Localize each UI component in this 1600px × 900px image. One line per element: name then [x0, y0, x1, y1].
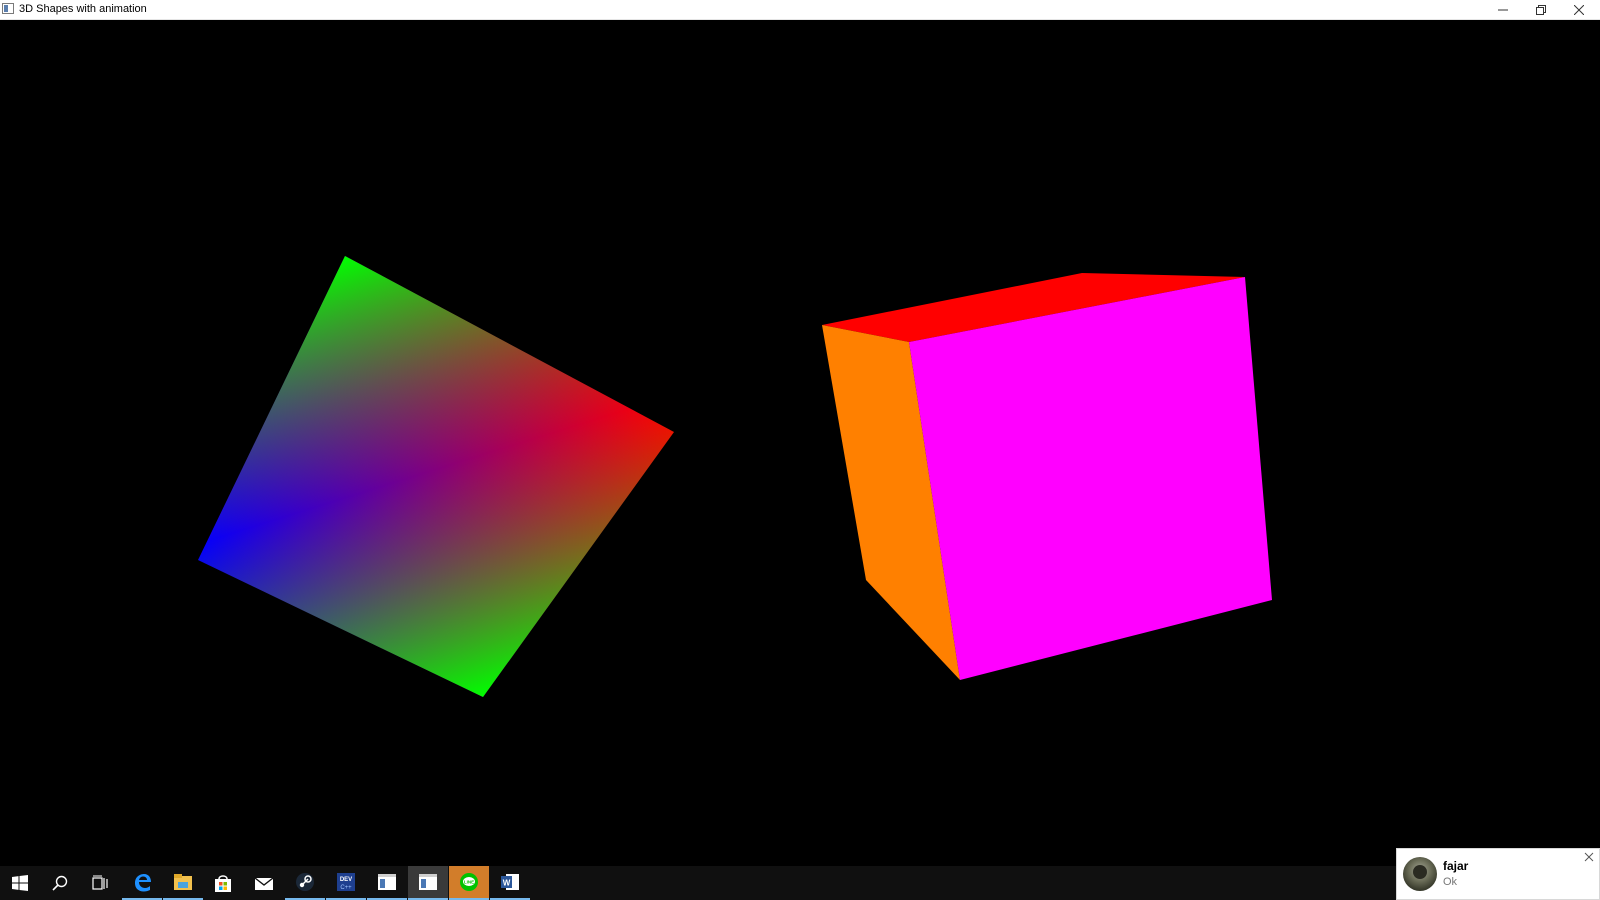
- windows-start-icon: [12, 875, 28, 891]
- mail-icon: [254, 877, 274, 890]
- restore-button[interactable]: [1522, 0, 1560, 19]
- scene-canvas: [198, 256, 1272, 697]
- render-viewport: [0, 20, 1600, 866]
- taskbar-app-window-active[interactable]: [408, 866, 448, 900]
- task-view-icon: [92, 875, 108, 890]
- window-titlebar: 3D Shapes with animation: [0, 0, 1600, 20]
- taskbar-mail[interactable]: [244, 866, 284, 900]
- store-icon: [215, 875, 231, 892]
- notification-close-icon[interactable]: [1583, 851, 1595, 863]
- svg-text:LINE: LINE: [464, 880, 474, 885]
- cube-front-face: [909, 277, 1272, 680]
- search-icon: [52, 875, 68, 891]
- line-icon: LINE: [460, 873, 478, 891]
- taskbar-steam[interactable]: [285, 866, 325, 900]
- taskbar-dev-cpp[interactable]: DEV C++: [326, 866, 366, 900]
- taskbar-edge[interactable]: [122, 866, 162, 900]
- app-window-active-icon: [419, 874, 437, 890]
- app-window-icon: [378, 874, 396, 890]
- task-view-button[interactable]: [80, 866, 120, 900]
- avatar: [1403, 857, 1437, 891]
- taskbar-file-explorer[interactable]: [163, 866, 203, 900]
- taskbar-app-window[interactable]: [367, 866, 407, 900]
- dev-cpp-icon: DEV C++: [337, 873, 355, 891]
- svg-text:DEV: DEV: [340, 877, 352, 883]
- steam-icon: [296, 873, 314, 891]
- svg-text:C++: C++: [340, 885, 352, 891]
- app-icon: [2, 3, 14, 14]
- start-button[interactable]: [0, 866, 40, 900]
- minimize-button[interactable]: [1484, 0, 1522, 19]
- edge-icon: [135, 874, 151, 892]
- minimize-icon: [1498, 9, 1508, 10]
- notification-sender: fajar: [1443, 859, 1469, 873]
- word-icon: W: [501, 874, 519, 890]
- close-icon: [1574, 4, 1584, 15]
- taskbar: DEV C++ LINE W: [0, 866, 1600, 900]
- notification-message: Ok: [1443, 876, 1458, 888]
- gradient-square-green-overlay: [198, 256, 674, 697]
- restore-icon: [1536, 4, 1546, 15]
- search-button[interactable]: [40, 866, 80, 900]
- taskbar-word[interactable]: W: [490, 866, 530, 900]
- close-button[interactable]: [1560, 0, 1598, 19]
- color-cube: [822, 273, 1272, 680]
- chat-notification[interactable]: fajar Ok: [1396, 848, 1600, 900]
- taskbar-store[interactable]: [203, 866, 243, 900]
- file-explorer-icon: [174, 874, 192, 890]
- window-title: 3D Shapes with animation: [19, 3, 147, 15]
- gradient-square: [198, 256, 674, 697]
- svg-text:W: W: [503, 879, 511, 888]
- taskbar-line[interactable]: LINE: [449, 866, 489, 900]
